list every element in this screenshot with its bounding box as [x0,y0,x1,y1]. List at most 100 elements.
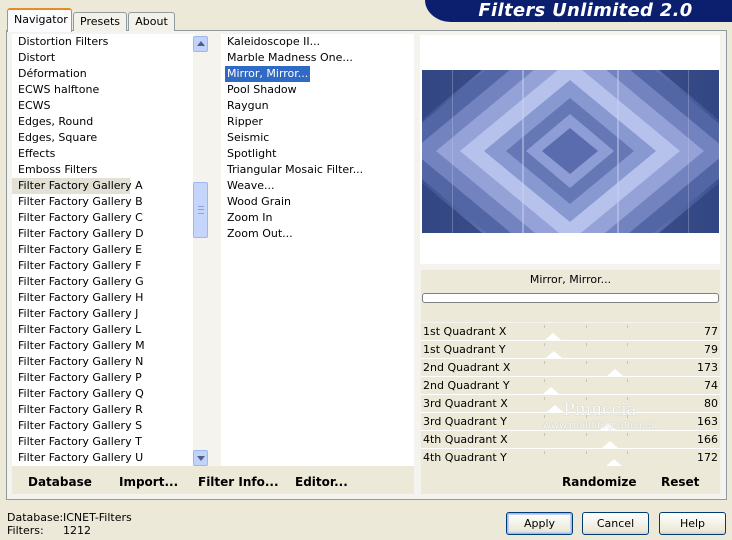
category-item[interactable]: ECWS halftone [12,82,195,98]
filter-item-label: Weave... [227,179,275,192]
category-item[interactable]: Filter Factory Gallery Q [12,386,195,402]
category-item[interactable]: Filter Factory Gallery L [12,322,195,338]
category-list[interactable]: Distortion Filters Distort Déformation ECWS… [12,34,195,466]
filter-item[interactable]: Spotlight [221,146,414,162]
category-item[interactable]: Filter Factory Gallery T [12,434,195,450]
watermark: Pinuccia www.maidiregrafica.eu [535,400,665,431]
randomize-button[interactable]: Randomize [562,474,636,490]
slider-track[interactable] [503,359,668,376]
param-slider[interactable]: 2nd Quadrant X 173 [421,359,720,377]
category-item[interactable]: Filter Factory Gallery J [12,306,195,322]
category-item[interactable]: Edges, Round [12,114,195,130]
param-value: 80 [704,397,718,410]
slider-tick [585,379,587,382]
filter-item[interactable]: Wood Grain [221,194,414,210]
help-button[interactable]: Help [659,512,726,535]
slider-thumb[interactable] [602,441,619,448]
slider-tick [585,343,587,346]
filter-item[interactable]: Mirror, Mirror... [221,66,414,82]
category-item[interactable]: Filter Factory Gallery E [12,242,195,258]
slider-track[interactable] [503,377,668,394]
slider-tick [544,433,546,436]
title-banner: Filters Unlimited 2.0 [425,0,732,22]
scroll-thumb[interactable] [193,182,208,238]
param-value: 77 [704,325,718,338]
slider-thumb[interactable] [544,333,561,340]
filter-item-label: Spotlight [227,147,277,160]
cancel-button[interactable]: Cancel [582,512,649,535]
filter-item-label: Wood Grain [227,195,291,208]
import-button[interactable]: Import... [119,474,178,490]
slider-track[interactable] [503,341,668,358]
category-item[interactable]: Filter Factory Gallery N [12,354,195,370]
category-item[interactable]: Distort [12,50,195,66]
tab-navigator[interactable]: Navigator [7,8,72,32]
filter-list[interactable]: Kaleidoscope II... Marble Madness One... M… [221,34,414,466]
category-item[interactable]: ECWS [12,98,195,114]
filter-item[interactable]: Pool Shadow [221,82,414,98]
param-slider[interactable]: 4th Quadrant Y 172 [421,449,720,467]
category-item[interactable]: Déformation [12,66,195,82]
filter-item-label: Zoom In [227,211,273,224]
param-slider[interactable]: 4th Quadrant X 166 [421,431,720,449]
filter-item[interactable]: Weave... [221,178,414,194]
category-item[interactable]: Edges, Square [12,130,195,146]
category-item[interactable]: Filter Factory Gallery S [12,418,195,434]
slider-tick [544,325,546,328]
param-slider[interactable]: 1st Quadrant X 77 [421,323,720,341]
category-scrollbar[interactable] [193,36,208,466]
slider-thumb[interactable] [606,459,623,466]
category-item[interactable]: Emboss Filters [12,162,195,178]
category-item[interactable]: Filter Factory Gallery A [12,178,143,194]
category-item[interactable]: Distortion Filters [12,34,195,50]
filter-item[interactable]: Marble Madness One... [221,50,414,66]
param-slider[interactable]: 1st Quadrant Y 79 [421,341,720,359]
filter-item[interactable]: Kaleidoscope II... [221,34,414,50]
category-item[interactable]: Filter Factory Gallery H [12,290,195,306]
category-item[interactable]: Filter Factory Gallery B [12,194,195,210]
param-label: 4th Quadrant X [423,433,508,446]
current-filter-name: Mirror, Mirror... [529,273,612,286]
arrow-up-icon [197,41,205,46]
reset-button[interactable]: Reset [661,474,699,490]
param-value: 74 [704,379,718,392]
category-item[interactable]: Filter Factory Gallery D [12,226,195,242]
filter-item[interactable]: Zoom Out... [221,226,414,242]
slider-track[interactable] [503,431,668,448]
watermark-url: www.maidiregrafica.eu [542,420,658,431]
apply-button[interactable]: Apply [506,512,573,535]
scroll-up-button[interactable] [193,36,208,52]
filter-item[interactable]: Ripper [221,114,414,130]
category-item[interactable]: Filter Factory Gallery R [12,402,195,418]
editor-button[interactable]: Editor... [295,474,348,490]
scroll-down-button[interactable] [193,450,208,466]
arrow-down-icon [197,456,205,461]
category-item[interactable]: Effects [12,146,195,162]
database-button[interactable]: Database [28,474,92,490]
filter-item[interactable]: Raygun [221,98,414,114]
slider-track[interactable] [503,449,668,466]
category-item[interactable]: Filter Factory Gallery M [12,338,195,354]
tab-about[interactable]: About [128,12,175,31]
slider-thumb[interactable] [546,351,563,358]
category-item[interactable]: Filter Factory Gallery U [12,450,195,466]
param-slider[interactable]: 2nd Quadrant Y 74 [421,377,720,395]
slider-thumb[interactable] [542,387,559,394]
filter-item[interactable]: Zoom In [221,210,414,226]
slider-tick [544,451,546,454]
category-item[interactable]: Filter Factory Gallery P [12,370,195,386]
slider-thumb[interactable] [606,369,623,376]
filter-item-label: Pool Shadow [227,83,297,96]
slider-track[interactable] [503,323,668,340]
filter-item[interactable]: Triangular Mosaic Filter... [221,162,414,178]
filter-item[interactable]: Seismic [221,130,414,146]
param-label: 2nd Quadrant X [423,361,511,374]
watermark-name: Pinuccia [563,400,637,420]
category-item[interactable]: Filter Factory Gallery C [12,210,195,226]
filters-label: Filters: [7,524,44,537]
filter-info-button[interactable]: Filter Info... [198,474,279,490]
category-item[interactable]: Filter Factory Gallery F [12,258,195,274]
category-item[interactable]: Filter Factory Gallery G [12,274,195,290]
tab-presets[interactable]: Presets [73,12,127,31]
slider-tick [626,325,628,328]
